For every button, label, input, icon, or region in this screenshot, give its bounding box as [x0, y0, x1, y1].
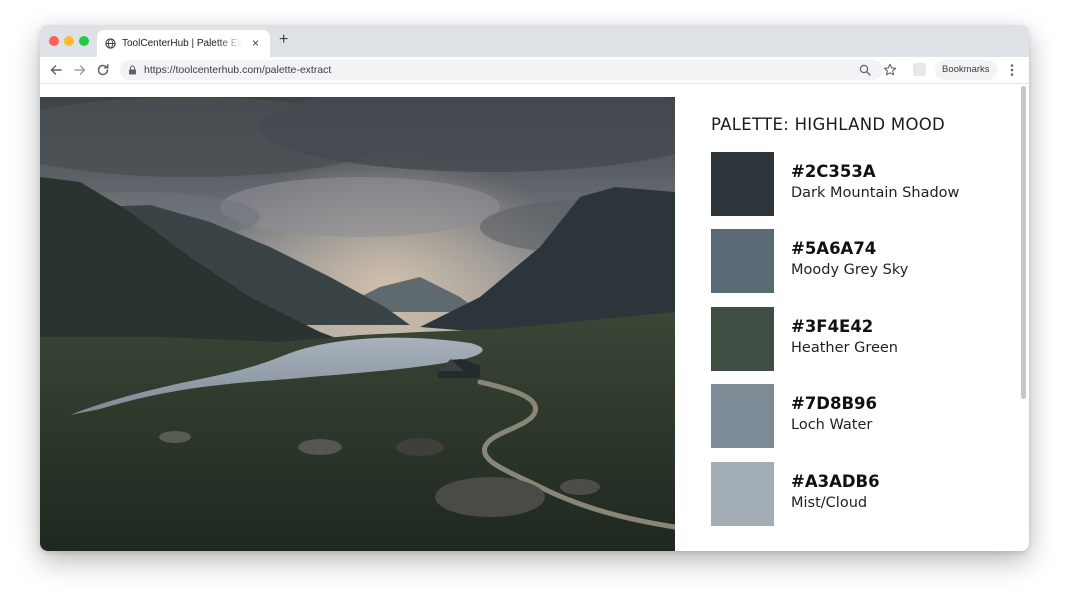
tab-bar: ToolCenterHub | Palette Extractor × + — [40, 25, 1029, 57]
close-window-button[interactable] — [49, 36, 59, 46]
color-name: Heather Green — [791, 340, 898, 356]
color-swatch[interactable] — [711, 462, 774, 526]
swatch-row[interactable]: #7D8B96 Loch Water — [711, 384, 1011, 448]
swatch-row[interactable]: #A3ADB6 Mist/Cloud — [711, 462, 1011, 526]
palette-panel: PALETTE: HIGHLAND MOOD #2C353A Dark Moun… — [711, 97, 1011, 551]
scroll-thumb[interactable] — [1021, 86, 1026, 399]
globe-icon — [105, 38, 116, 49]
close-icon[interactable]: × — [252, 36, 259, 50]
swatch-row[interactable]: #5A6A74 Moody Grey Sky — [711, 229, 1011, 293]
minimize-window-button[interactable] — [64, 36, 74, 46]
color-swatch[interactable] — [711, 384, 774, 448]
color-name: Mist/Cloud — [791, 495, 868, 511]
tab-title: ToolCenterHub | Palette Extractor — [122, 38, 242, 49]
address-bar[interactable]: https://toolcenterhub.com/palette-extrac… — [120, 60, 883, 80]
lock-icon — [129, 65, 136, 75]
page-scrollbar[interactable] — [1019, 84, 1027, 551]
swatch-row[interactable]: #2C353A Dark Mountain Shadow — [711, 152, 1011, 216]
color-swatch[interactable] — [711, 229, 774, 293]
hex-code: #A3ADB6 — [791, 472, 880, 491]
active-tab[interactable]: ToolCenterHub | Palette Extractor × — [97, 30, 270, 57]
browser-toolbar: https://toolcenterhub.com/palette-extrac… — [40, 57, 1029, 84]
page-content: PALETTE: HIGHLAND MOOD #2C353A Dark Moun… — [40, 84, 1029, 551]
star-icon[interactable] — [883, 63, 897, 77]
landscape-photo — [40, 97, 675, 551]
color-swatch[interactable] — [711, 307, 774, 371]
hex-code: #7D8B96 — [791, 394, 878, 413]
bookmarks-button[interactable]: Bookmarks — [935, 60, 997, 80]
hex-code: #5A6A74 — [791, 239, 877, 258]
plus-icon[interactable]: + — [279, 31, 288, 49]
back-arrow-icon[interactable] — [48, 62, 64, 78]
color-swatch[interactable] — [711, 152, 774, 216]
maximize-window-button[interactable] — [79, 36, 89, 46]
kebab-menu-icon[interactable] — [1008, 62, 1016, 78]
url-text[interactable]: https://toolcenterhub.com/palette-extrac… — [144, 64, 331, 76]
extension-icon[interactable] — [913, 63, 926, 76]
zoom-icon[interactable] — [859, 64, 871, 76]
hex-code: #3F4E42 — [791, 317, 874, 336]
palette-title: PALETTE: HIGHLAND MOOD — [711, 115, 946, 134]
color-name: Loch Water — [791, 417, 873, 433]
reload-icon[interactable] — [95, 62, 111, 78]
color-name: Moody Grey Sky — [791, 262, 909, 278]
hex-code: #2C353A — [791, 162, 876, 181]
color-name: Dark Mountain Shadow — [791, 185, 960, 201]
forward-arrow-icon[interactable] — [72, 62, 88, 78]
swatch-row[interactable]: #3F4E42 Heather Green — [711, 307, 1011, 371]
browser-window: ToolCenterHub | Palette Extractor × + ht… — [40, 25, 1029, 551]
